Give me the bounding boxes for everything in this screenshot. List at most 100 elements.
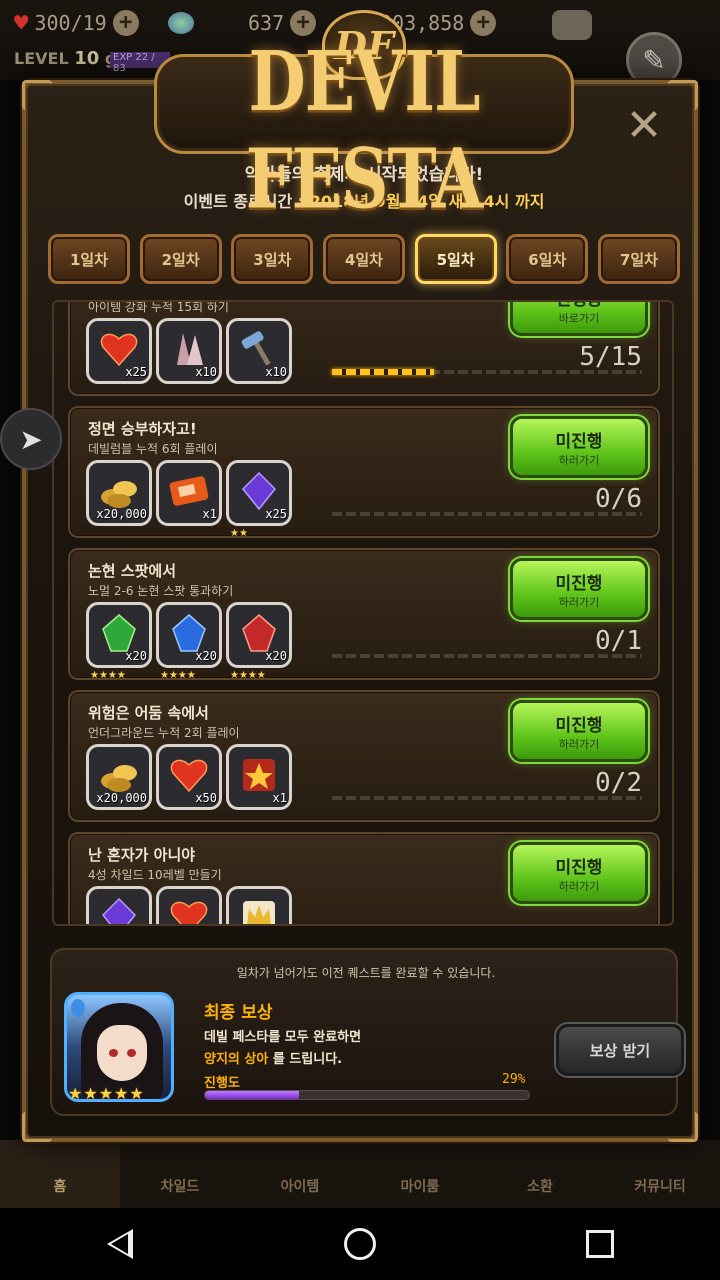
reward-item-slot[interactable]: x20: [226, 602, 292, 668]
recents-icon: [586, 1230, 614, 1258]
quest-title: 위험은 어둠 속에서: [88, 704, 209, 722]
reward-item-slot[interactable]: x10: [226, 318, 292, 384]
frame-corner: [668, 1112, 698, 1142]
quest-action-label: 하러가기: [558, 453, 600, 467]
quest-go-button[interactable]: 진행중바로가기: [510, 302, 648, 336]
tab-community[interactable]: 커뮤니티: [600, 1140, 720, 1208]
tab-day-4[interactable]: 4일차: [322, 234, 405, 284]
day-tabs: 1일차 2일차 3일차 4일차 5일차 6일차 7일차: [48, 234, 680, 286]
reward-item-slot[interactable]: x25: [226, 460, 292, 526]
android-nav-bar: [0, 1208, 720, 1280]
tab-day-2[interactable]: 2일차: [139, 234, 222, 284]
reward-item-slot[interactable]: x10: [156, 318, 222, 384]
add-hearts-button[interactable]: +: [112, 10, 139, 36]
final-reward-panel: 일차가 넘어가도 이전 퀘스트를 완료할 수 있습니다. ★★★★★ 최종 보상…: [50, 948, 684, 1116]
item-quantity: x20,000: [96, 507, 147, 521]
quest-card: 위험은 어둠 속에서 언더그라운드 누적 2회 플레이 x20,000 x50 x1 미진…: [68, 690, 660, 822]
item-quantity: x25: [265, 507, 287, 521]
quest-title: 정면 승부하자고!: [88, 420, 197, 438]
tab-day-3[interactable]: 3일차: [231, 234, 314, 284]
item-quantity: x20: [125, 649, 147, 663]
tab-myroom[interactable]: 마이룸: [360, 1140, 480, 1208]
quest-reward-items: x20 ★★★★ x20 ★★★★ x20 ★★★★: [86, 602, 292, 681]
back-button[interactable]: [90, 1214, 150, 1274]
portrait-eye: [109, 1049, 118, 1057]
quest-go-button[interactable]: 미진행 하러가기: [510, 416, 648, 478]
quest-reward-items: [86, 886, 292, 924]
frame-corner: [22, 80, 52, 110]
tab-day-1[interactable]: 1일차: [48, 234, 130, 284]
progress-percent: 29%: [502, 1072, 526, 1087]
progress-fill: [205, 1091, 299, 1099]
reward-item-slot[interactable]: x25: [86, 318, 152, 384]
reward-item-slot[interactable]: x20: [86, 602, 152, 668]
item-quantity: x25: [125, 365, 147, 379]
home-icon: [344, 1228, 376, 1260]
reward-item-slot[interactable]: x20: [156, 602, 222, 668]
level-value: 10: [74, 48, 100, 69]
quest-description: 4성 차일드 10레벨 만들기: [88, 868, 222, 882]
heart-icon: ♥: [14, 9, 29, 37]
quest-progress-count: 0/2: [595, 768, 642, 798]
recents-button[interactable]: [570, 1214, 630, 1274]
quest-reward-items: x20,000 x1 x25 ★★: [86, 460, 292, 539]
hearts-value: 300/19: [34, 11, 107, 35]
quest-go-button[interactable]: 미진행 하러가기: [510, 842, 648, 904]
reward-item-slot[interactable]: x50: [156, 744, 222, 810]
quest-progress-bar: [332, 654, 642, 658]
quest-progress-fill: [332, 369, 435, 375]
quest-progress-count: 0/1: [595, 626, 642, 656]
quest-list[interactable]: 장인은 도구를 탓하지 않는 법아이템 강화 누적 15회 하기x25x10x1…: [52, 300, 674, 926]
water-drop-icon: [71, 999, 85, 1017]
event-logo: DF DEVIL FESTA: [154, 10, 574, 228]
quest-action-label: 하러가기: [558, 737, 600, 751]
item-stars: ★★★★: [160, 670, 196, 681]
tab-home[interactable]: 홈: [0, 1140, 120, 1208]
claim-reward-button[interactable]: 보상 받기: [556, 1024, 684, 1076]
tab-child[interactable]: 차일드: [120, 1140, 240, 1208]
quest-status-label: 미진행: [555, 715, 603, 736]
tab-day-5[interactable]: 5일차: [414, 234, 497, 284]
quest-description: 데빌럼블 누적 6회 플레이: [88, 442, 218, 456]
quest-card: 난 혼자가 아니야 4성 차일드 10레벨 만들기 미진행 하러가기: [68, 832, 660, 924]
reward-item-slot[interactable]: x20,000: [86, 744, 152, 810]
quest-status-label: 미진행: [555, 431, 603, 452]
reward-item-slot[interactable]: [226, 886, 292, 924]
reward-item-slot[interactable]: [156, 886, 222, 924]
item-quantity: x1: [202, 507, 217, 521]
reward-item-slot[interactable]: x1: [226, 744, 292, 810]
quest-go-button[interactable]: 미진행 하러가기: [510, 558, 648, 620]
item-quantity: x1: [272, 791, 287, 805]
tab-day-7[interactable]: 7일차: [597, 234, 680, 284]
quest-progress-count: 0/6: [595, 484, 642, 514]
item-quantity: x50: [195, 791, 217, 805]
reward-item-slot[interactable]: [86, 886, 152, 924]
quest-card: 장인은 도구를 탓하지 않는 법아이템 강화 누적 15회 하기x25x10x1…: [68, 302, 660, 396]
quest-action-label: 하러가기: [558, 879, 600, 893]
quest-progress-bar: [332, 512, 642, 516]
progress-bar: [204, 1090, 530, 1100]
quest-status-label: 진행중: [556, 302, 603, 310]
tab-summon[interactable]: 소환: [480, 1140, 600, 1208]
reward-item-slot[interactable]: x1: [156, 460, 222, 526]
progress-label: 진행도: [204, 1076, 240, 1091]
reward-item-slot[interactable]: x20,000: [86, 460, 152, 526]
reward-line1: 데빌 페스타를 모두 완료하면: [204, 1030, 362, 1045]
reward-item-name: 양지의 상아: [204, 1052, 269, 1067]
tab-day-6[interactable]: 6일차: [506, 234, 589, 284]
quest-card: 정면 승부하자고! 데빌럼블 누적 6회 플레이 x20,000 x1 x25 ★★ 미진행…: [68, 406, 660, 539]
quest-progress-bar: [332, 369, 642, 375]
tab-item[interactable]: 아이템: [240, 1140, 360, 1208]
quest-title: 난 혼자가 아니야: [88, 846, 196, 864]
quest-description: 노멀 2-6 논현 스팟 통과하기: [88, 584, 234, 598]
quest-card: 논현 스팟에서 노멀 2-6 논현 스팟 통과하기 x20 ★★★★ x20 ★★★★ x2…: [68, 548, 660, 681]
quest-go-button[interactable]: 미진행 하러가기: [510, 700, 648, 762]
frame-corner: [668, 80, 698, 110]
devil-festa-popup: DF DEVIL FESTA ✕ 악마들의 축제가 시작되었습니다! 이벤트 종…: [22, 10, 698, 1142]
close-button[interactable]: ✕: [624, 104, 664, 148]
send-icon[interactable]: ➤: [0, 408, 62, 470]
quest-title: 논현 스팟에서: [88, 562, 177, 580]
quest-action-label: 하러가기: [558, 595, 600, 609]
home-button[interactable]: [330, 1214, 390, 1274]
item-quantity: x20,000: [96, 791, 147, 805]
